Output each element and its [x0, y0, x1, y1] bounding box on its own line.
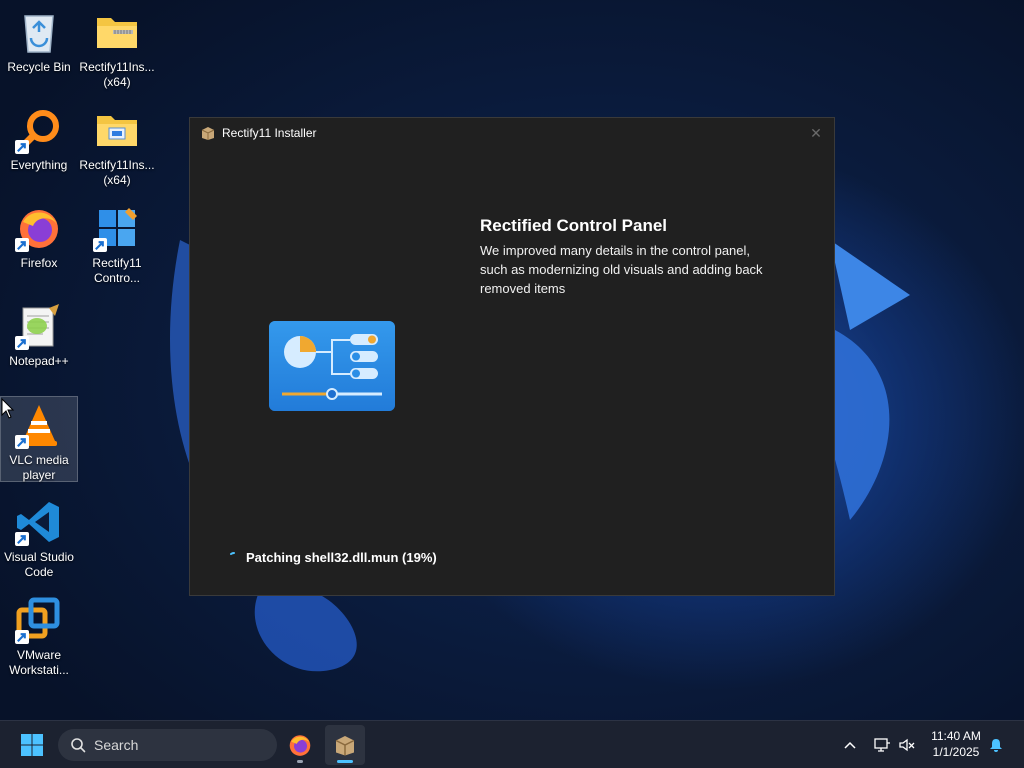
network-icon [874, 738, 890, 752]
clock[interactable]: 11:40 AM 1/1/2025 [922, 728, 990, 760]
shortcut-arrow-icon [15, 238, 29, 252]
feature-title: Rectified Control Panel [480, 216, 668, 235]
desktop-icon-vscode[interactable]: Visual Studio Code [0, 494, 78, 580]
start-button[interactable] [12, 725, 52, 765]
shortcut-arrow-icon [93, 238, 107, 252]
feature-description: We improved many details in the control … [480, 243, 763, 296]
firefox-icon [15, 204, 63, 252]
bell-icon [990, 739, 1002, 752]
desktop-icon-everything[interactable]: Everything [0, 102, 78, 173]
zip-folder-icon [93, 8, 141, 56]
desktop-icon-label: Recycle Bin [7, 60, 71, 74]
desktop-icon-rectify11-installer-zip[interactable]: Rectify11Ins... (x64) [78, 4, 156, 90]
folder-icon [93, 106, 141, 154]
rectify11-installer-icon [335, 736, 355, 756]
network-button[interactable] [872, 733, 892, 757]
windows-logo-icon [21, 734, 43, 756]
desktop-icon-firefox[interactable]: Firefox [0, 200, 78, 271]
shortcut-arrow-icon [15, 336, 29, 350]
desktop-icon-recycle-bin[interactable]: Recycle Bin [0, 4, 78, 75]
search-icon [71, 738, 86, 753]
vscode-icon [15, 498, 63, 546]
desktop-icon-notepadpp[interactable]: Notepad++ [0, 298, 78, 369]
volume-button[interactable] [897, 733, 917, 757]
everything-search-icon [15, 106, 63, 154]
desktop-icon-rectify11-control[interactable]: Rectify11 Contro... [78, 200, 156, 286]
shortcut-arrow-icon [15, 140, 29, 154]
taskbar: Search 11:40 AM 1/1/2025 [0, 720, 1024, 768]
notifications-button[interactable] [986, 733, 1006, 757]
shortcut-arrow-icon [15, 435, 29, 449]
notepadpp-icon [15, 302, 63, 350]
firefox-icon [289, 735, 311, 756]
vlc-icon [15, 401, 63, 449]
search-input[interactable]: Search [58, 729, 277, 761]
vmware-icon [15, 596, 63, 644]
desktop-icon-vmware[interactable]: VMware Workstati... [0, 592, 78, 678]
control-panel-illustration-icon [269, 321, 395, 411]
desktop-icon-label: Rectify11Ins... (x64) [79, 158, 155, 187]
desktop: Recycle Bin Rectify11Ins... (x64) Everyt… [0, 0, 1024, 720]
taskbar-app-firefox[interactable] [280, 725, 320, 765]
status-text: Patching shell32.dll.mun (19%) [246, 550, 437, 565]
mouse-cursor-icon [1, 398, 15, 419]
installer-titlebar[interactable]: Rectify11 Installer [190, 118, 834, 148]
desktop-icon-rectify11-installer-folder[interactable]: Rectify11Ins... (x64) [78, 102, 156, 188]
status-row: Patching shell32.dll.mun (19%) [228, 550, 437, 565]
clock-date: 1/1/2025 [932, 745, 980, 759]
recycle-bin-icon [15, 8, 63, 56]
desktop-icon-label: Rectify11Ins... (x64) [79, 60, 155, 89]
shortcut-arrow-icon [15, 630, 29, 644]
taskbar-active-indicator [337, 760, 353, 763]
shortcut-arrow-icon [15, 532, 29, 546]
installer-window[interactable]: Rectify11 Installer ✕ Rectified Control … [189, 117, 835, 596]
installer-title: Rectify11 Installer [222, 126, 317, 140]
close-icon: ✕ [810, 124, 822, 141]
loading-spinner-icon [230, 551, 235, 555]
show-hidden-icons-button[interactable] [840, 733, 860, 757]
rectify11-control-icon [93, 204, 141, 252]
taskbar-running-indicator [297, 760, 303, 763]
volume-muted-icon [899, 738, 915, 752]
search-placeholder: Search [94, 737, 139, 753]
clock-time: 11:40 AM [931, 729, 981, 743]
chevron-up-icon [844, 741, 856, 749]
taskbar-app-rectify11-installer[interactable] [325, 725, 365, 765]
close-button[interactable]: ✕ [806, 123, 826, 143]
rectify11-installer-icon [201, 127, 215, 140]
